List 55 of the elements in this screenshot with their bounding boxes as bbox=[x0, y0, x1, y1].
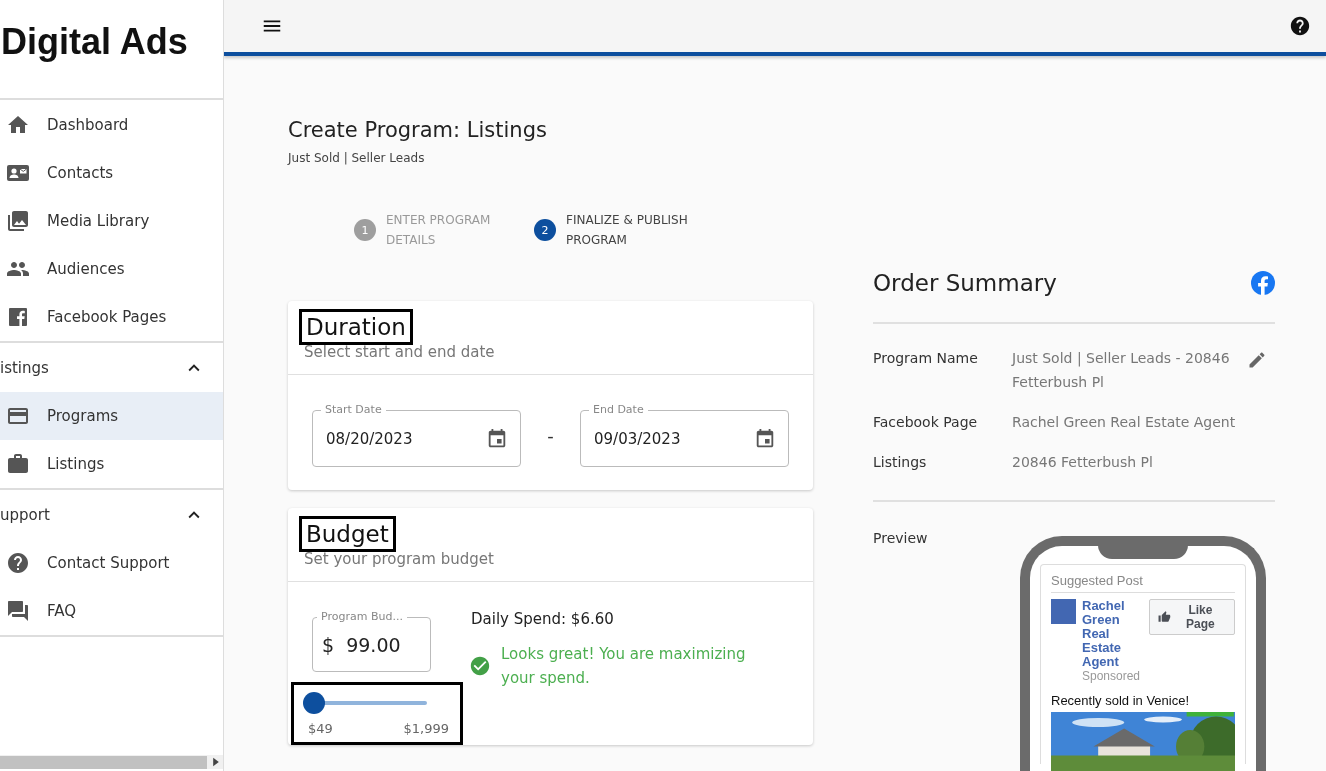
nav-item[interactable]: Audiences bbox=[0, 245, 223, 293]
thumbs-up-icon bbox=[1158, 610, 1171, 624]
section-subtitle: Select start and end date bbox=[303, 343, 496, 361]
section-title: Budget bbox=[299, 516, 396, 552]
daily-spend: Daily Spend: $6.60 bbox=[471, 610, 615, 628]
section-subtitle: Set your program budget bbox=[303, 550, 495, 568]
nav-item[interactable]: Dashboard bbox=[0, 101, 223, 149]
nav-group-header[interactable]: upport bbox=[0, 491, 223, 539]
date-field[interactable]: Start Date 08/20/2023 bbox=[312, 403, 521, 467]
slider-min-label: $49 bbox=[308, 721, 333, 736]
nav-item[interactable]: Media Library bbox=[0, 197, 223, 245]
summary-title: Order Summary bbox=[873, 270, 1057, 296]
scrollbar[interactable] bbox=[0, 755, 223, 769]
sponsored-label: Sponsored bbox=[1082, 669, 1140, 683]
nav-group-header[interactable]: istings bbox=[0, 344, 223, 392]
like-page-button[interactable]: Like Page bbox=[1149, 599, 1235, 635]
page-subtitle: Just Sold | Seller Leads bbox=[288, 151, 426, 165]
chat-icon bbox=[6, 599, 30, 623]
facebook-icon bbox=[1251, 271, 1275, 295]
section-title: Duration bbox=[299, 309, 413, 345]
help-icon bbox=[6, 551, 30, 575]
page-title: Create Program: Listings bbox=[288, 118, 548, 142]
step-number: 2 bbox=[534, 219, 556, 241]
post-header: Suggested Post bbox=[1051, 573, 1235, 593]
briefcase-icon bbox=[6, 452, 30, 476]
page-name[interactable]: Rachel Green Real Estate Agent bbox=[1082, 599, 1140, 669]
slider-thumb[interactable] bbox=[302, 692, 325, 714]
step-label[interactable]: FINALIZE & PUBLISH PROGRAM bbox=[566, 210, 694, 250]
summary-value: Just Sold | Seller Leads - 20846 Fetterbush Pl bbox=[1012, 349, 1231, 392]
post-text: Recently sold in Venice! bbox=[1051, 693, 1191, 708]
nav-item[interactable]: FAQ bbox=[0, 587, 223, 635]
summary-value: 20846 Fetterbush Pl bbox=[1012, 453, 1154, 472]
summary-label: Program Name bbox=[873, 349, 979, 368]
date-field[interactable]: End Date 09/03/2023 bbox=[580, 403, 789, 467]
page-avatar bbox=[1051, 599, 1076, 624]
nav-item[interactable]: Facebook Pages bbox=[0, 293, 223, 341]
step-number: 1 bbox=[354, 219, 376, 241]
help-icon[interactable] bbox=[1289, 15, 1311, 37]
summary-label: Facebook Page bbox=[873, 413, 979, 432]
summary-value: Rachel Green Real Estate Agent bbox=[1012, 413, 1237, 432]
edit-icon[interactable] bbox=[1247, 350, 1267, 370]
facebook-icon bbox=[6, 305, 30, 329]
nav-item[interactable]: Contacts bbox=[0, 149, 223, 197]
nav-item[interactable]: Contact Support bbox=[0, 539, 223, 587]
nav-item[interactable]: Listings bbox=[0, 440, 223, 488]
status-message: Looks great! You are maximizing your spend. bbox=[501, 644, 747, 689]
calendar-icon[interactable] bbox=[486, 427, 508, 450]
date-separator: - bbox=[546, 424, 555, 446]
budget-field[interactable]: Program Bud... $ 99.00 bbox=[312, 610, 431, 672]
photo-library-icon bbox=[6, 209, 30, 233]
nav-item[interactable]: Programs bbox=[0, 392, 223, 440]
summary-label: Listings bbox=[873, 453, 928, 472]
slider-max-label: $1,999 bbox=[403, 721, 449, 736]
summary-label: Preview bbox=[873, 529, 929, 548]
calendar-icon[interactable] bbox=[754, 427, 776, 450]
